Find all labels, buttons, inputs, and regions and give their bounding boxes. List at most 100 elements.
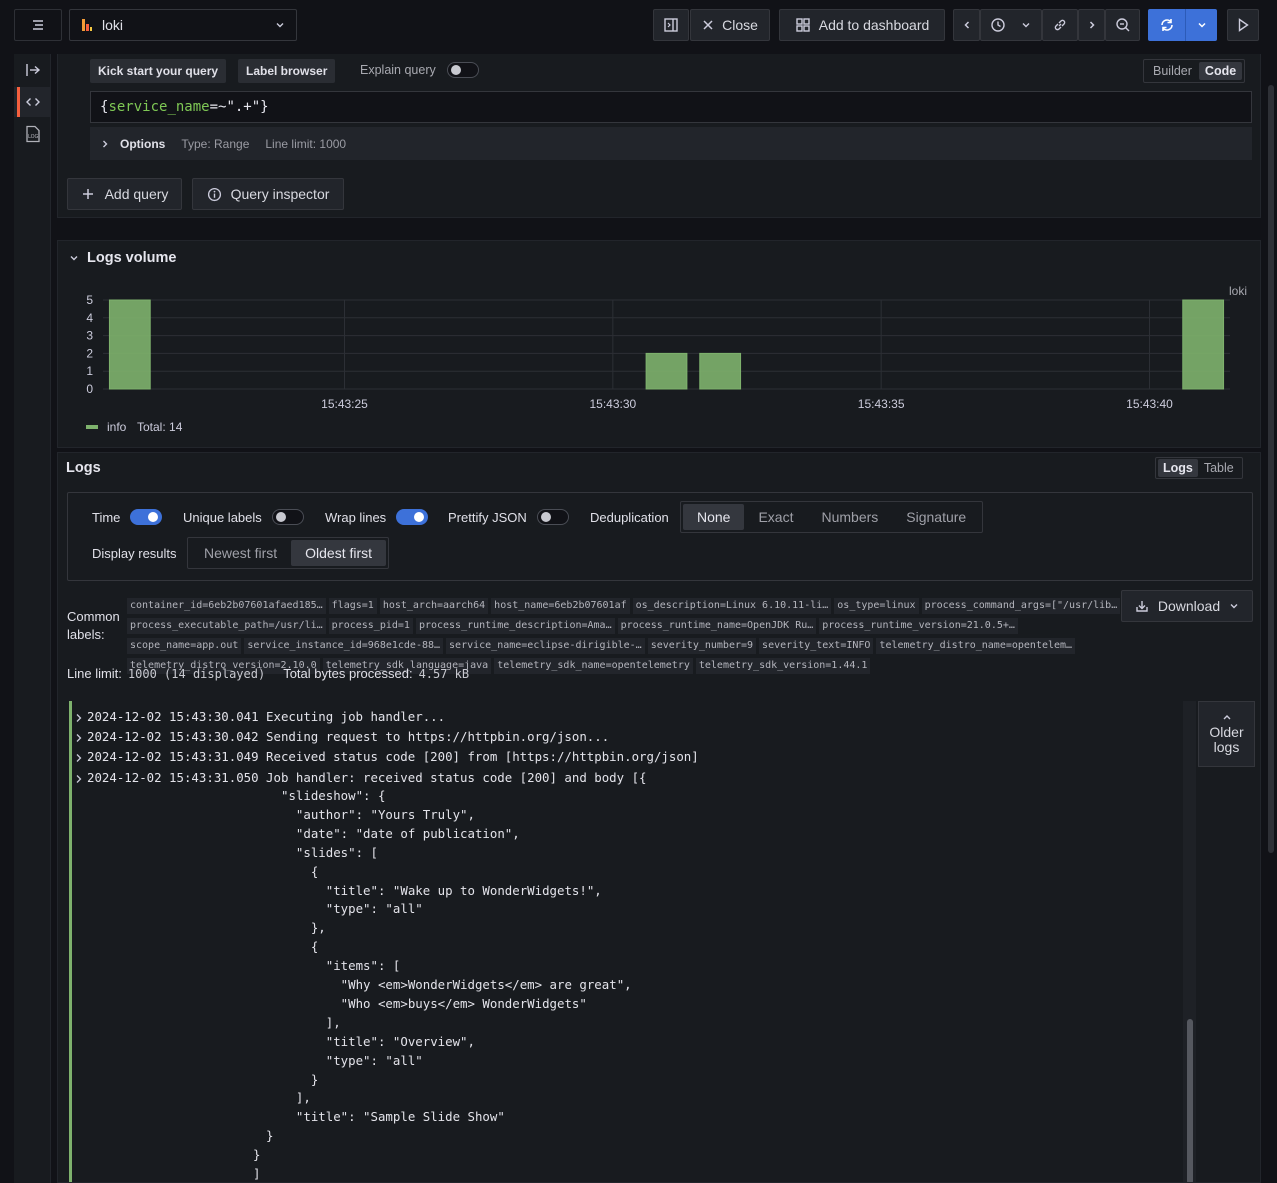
volume-bar	[1182, 299, 1225, 390]
log-body-line: }	[266, 1128, 274, 1144]
series-label: loki	[1229, 284, 1247, 298]
log-body-line: "Why <em>WonderWidgets</em> are great",	[281, 977, 632, 992]
query-code-editor[interactable]: {service_name =~ ".+"}	[90, 91, 1252, 123]
builder-mode-option[interactable]: Builder	[1146, 64, 1199, 78]
explain-query-label: Explain query	[360, 63, 436, 77]
legend-total: Total: 14	[137, 420, 183, 434]
log-display-settings: Time Unique labels Wrap lines Prettify J…	[67, 492, 1253, 581]
run-query-button[interactable]	[1148, 9, 1185, 41]
query-options-row[interactable]: Options Type: Range Line limit: 1000	[90, 127, 1252, 160]
unique-labels-switch[interactable]	[272, 509, 304, 525]
dedup-none-option[interactable]: None	[683, 504, 745, 530]
bytes-processed-value: 4.57 kB	[418, 666, 470, 681]
page-scrollbar-thumb[interactable]	[1268, 85, 1274, 853]
x-tick-label: 15:43:30	[589, 397, 636, 411]
query-inspector-button[interactable]: Query inspector	[192, 178, 344, 210]
expand-row-icon[interactable]	[75, 733, 83, 743]
volume-bar	[699, 352, 742, 390]
log-scrollbar-thumb[interactable]	[1187, 1019, 1193, 1182]
log-line[interactable]: 2024-12-02 15:43:30.042 Sending request …	[87, 728, 609, 747]
add-to-dashboard-button[interactable]: Add to dashboard	[779, 9, 945, 41]
svg-text:LOG: LOG	[28, 134, 39, 140]
kick-start-query-button[interactable]: Kick start your query	[90, 59, 227, 83]
add-query-button[interactable]: Add query	[67, 178, 182, 210]
link-icon	[1054, 19, 1066, 31]
split-pane-button[interactable]	[653, 9, 689, 41]
volume-bar	[108, 299, 151, 390]
menu-toggle-button[interactable]	[14, 9, 62, 41]
dedup-numbers-option[interactable]: Numbers	[807, 504, 892, 530]
code-mode-option[interactable]: Code	[1198, 62, 1243, 80]
label-browser-button[interactable]: Label browser	[238, 59, 336, 83]
deduplication-selector: None Exact Numbers Signature	[680, 501, 984, 533]
time-forward-button[interactable]	[1078, 9, 1105, 41]
x-tick-label: 15:43:40	[1126, 397, 1173, 411]
explore-side-nav: LOG	[14, 54, 51, 1183]
line-limit-value: 1000 (14 displayed)	[127, 666, 266, 681]
log-line[interactable]: 2024-12-02 15:43:31.050 Job handler: rec…	[87, 769, 647, 788]
prettify-json-label: Prettify JSON	[448, 510, 527, 525]
chevron-up-icon	[1223, 715, 1230, 720]
expand-row-icon[interactable]	[75, 713, 83, 723]
time-picker-button[interactable]	[980, 9, 1042, 41]
refresh-interval-dropdown[interactable]	[1185, 9, 1217, 41]
chevron-right-icon	[1089, 21, 1095, 29]
common-label-chip: process_command_args=["/usr/lib…	[921, 598, 1121, 614]
log-body-line: "slides": [	[281, 844, 378, 860]
expr-value: ".+"	[226, 99, 261, 115]
x-tick-label: 15:43:25	[321, 397, 368, 411]
common-label-chip: os_description=Linux 6.10.11-li…	[632, 598, 832, 614]
time-switch[interactable]	[130, 509, 162, 525]
menu-icon	[33, 20, 43, 30]
chevron-down-icon	[276, 23, 284, 28]
log-line[interactable]: 2024-12-02 15:43:31.049 Received status …	[87, 748, 699, 767]
common-label-chip: service_instance_id=968e1cde-88…	[244, 638, 444, 654]
common-label-chip: process_runtime_name=OpenJDK Ru…	[617, 618, 817, 634]
nav-item-logs[interactable]: LOG	[14, 119, 51, 149]
logs-volume-header[interactable]: Logs volume	[69, 250, 176, 266]
volume-bar	[645, 352, 688, 390]
line-limit-label: Line limit:	[67, 666, 122, 681]
expand-row-icon[interactable]	[75, 753, 83, 763]
dock-nav-button[interactable]	[14, 55, 51, 85]
display-results-label: Display results	[92, 546, 177, 561]
nav-item-code[interactable]	[14, 87, 51, 117]
prettify-json-switch[interactable]	[537, 509, 569, 525]
expr-brace-close: }	[260, 99, 269, 115]
log-scrollbar[interactable]	[1183, 701, 1196, 1182]
common-label-chip: process_pid=1	[328, 618, 413, 634]
dedup-exact-option[interactable]: Exact	[744, 504, 807, 530]
common-label-chip: telemetry_distro_name=opentelem…	[876, 638, 1076, 654]
explain-query-switch[interactable]	[447, 62, 479, 78]
datasource-picker[interactable]: loki	[69, 9, 297, 41]
zoom-out-button[interactable]	[1105, 9, 1140, 41]
common-label-chip: severity_number=9	[647, 638, 757, 654]
download-button[interactable]: Download	[1121, 590, 1253, 622]
query-editor-panel: Kick start your query Label browser Expl…	[57, 54, 1261, 218]
newest-first-option[interactable]: Newest first	[190, 540, 291, 566]
close-button[interactable]: Close	[690, 9, 770, 41]
older-logs-button[interactable]: Older logs	[1198, 701, 1255, 767]
loki-logo-icon	[82, 19, 92, 31]
common-labels-list: container_id=6eb2b07601afaed185… flags=1 h…	[127, 596, 1127, 676]
logs-title: Logs	[66, 460, 101, 476]
wrap-lines-switch[interactable]	[396, 509, 428, 525]
play-icon	[1238, 18, 1249, 32]
unique-labels-label: Unique labels	[183, 510, 262, 525]
common-label-chip: host_name=6eb2b07601af	[491, 598, 630, 614]
logs-view-tab[interactable]: Logs	[1158, 459, 1198, 477]
oldest-first-option[interactable]: Oldest first	[291, 540, 387, 566]
log-line[interactable]: 2024-12-02 15:43:30.041 Executing job ha…	[87, 708, 445, 727]
time-back-button[interactable]	[953, 9, 980, 41]
options-line-limit: Line limit: 1000	[265, 136, 347, 151]
dedup-signature-option[interactable]: Signature	[892, 504, 980, 530]
copy-link-button[interactable]	[1042, 9, 1078, 41]
expand-row-icon[interactable]	[75, 774, 83, 784]
table-view-tab[interactable]: Table	[1198, 461, 1240, 475]
add-query-label: Add query	[104, 186, 169, 202]
time-toggle-label: Time	[92, 510, 121, 525]
logs-volume-panel: Logs volume 0 1 2 3 4 5 15:43:25 15:43:30 15:43:…	[57, 240, 1261, 448]
older-logs-label: Older logs	[1209, 724, 1244, 755]
live-tail-button[interactable]	[1227, 9, 1259, 41]
log-body-line: "items": [	[281, 958, 401, 974]
